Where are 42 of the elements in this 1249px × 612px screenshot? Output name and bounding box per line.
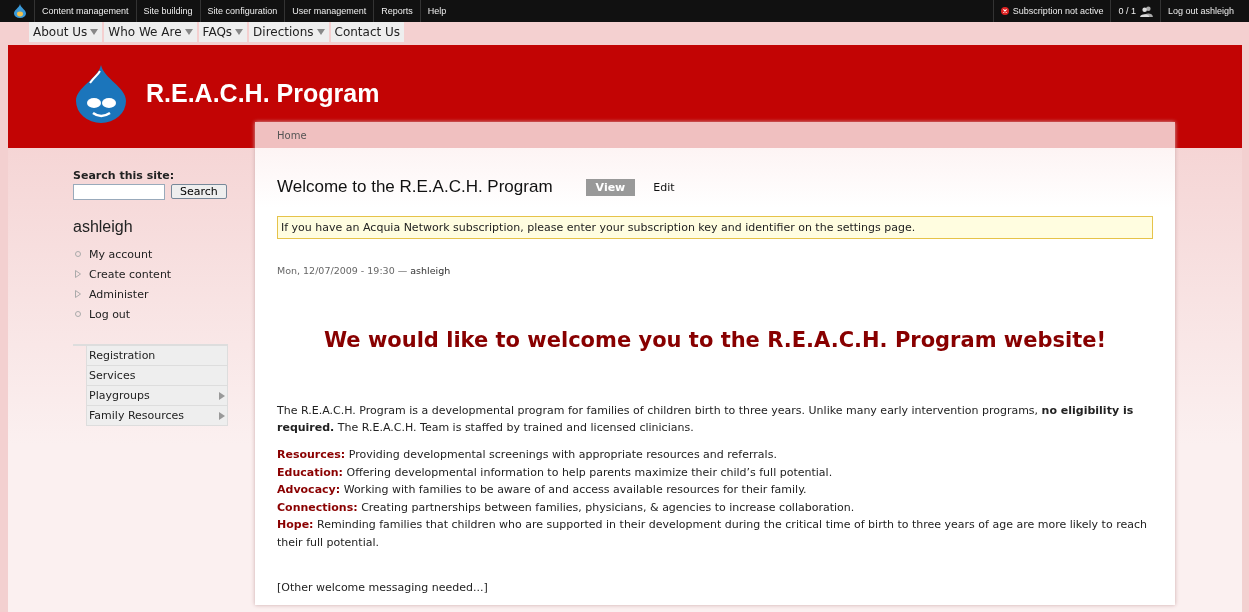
bullet-icon	[75, 311, 81, 317]
notice-message: If you have an Acquia Network subscription, please enter your subscription key and identifier on the settings page.	[277, 216, 1153, 239]
nav-menu-item[interactable]: FAQs	[198, 22, 250, 42]
error-icon	[1000, 7, 1009, 15]
nav-menu-item[interactable]: Who We Are	[104, 22, 199, 42]
block-title: ashleigh	[73, 218, 134, 236]
tab[interactable]: Edit	[641, 178, 687, 196]
users-online-count: 0 / 1	[1118, 5, 1136, 18]
users-icon	[1139, 5, 1153, 17]
subscription-status[interactable]: Subscription not active	[1012, 0, 1104, 22]
nav-menu-item[interactable]: About Us	[29, 22, 105, 42]
user-menu-link[interactable]: My account	[89, 247, 153, 261]
post-date: Mon, 12/07/2009 - 19:30 —	[277, 265, 408, 276]
user-menu-link[interactable]: Log out	[89, 307, 131, 321]
placeholder-note: [Other welcome messaging needed...]	[277, 581, 489, 594]
sidebar-menu-item[interactable]: Family Resources	[86, 406, 228, 426]
user-menu-link[interactable]: Create content	[89, 267, 172, 281]
sidebar-menu-item[interactable]: Services	[86, 366, 228, 386]
author-link[interactable]: ashleigh	[410, 265, 451, 276]
user-menu-link[interactable]: Administer	[89, 287, 149, 301]
page-title: Welcome to the R.E.A.C.H. Program	[277, 177, 553, 197]
feature-line: Education: Offering developmental information to help parents maximize their child’s full potential.	[277, 464, 834, 481]
site-name[interactable]: R.E.A.C.H. Program	[146, 79, 380, 108]
bullet-icon	[75, 251, 81, 257]
headline: We would like to welcome you to the R.E.A.C.H. Program website!	[322, 328, 1108, 352]
feature-line: Resources: Providing developmental screenings with appropriate resources and referrals.	[277, 447, 778, 463]
triangle-icon	[75, 270, 81, 278]
search-field[interactable]	[73, 184, 165, 200]
feature-line: Hope: Reminding families that children who are supported in their development during the critical time of birth to three years of age are more likely to reach their full potential.	[277, 517, 1148, 551]
intro-paragraph: The R.E.A.C.H. Program is a developmental program for families of children birth to three years. Unlike many early intervention programs, no eligibility is required. The R.E.A.C.H. Team is staffed by trained and licensed clinicians.	[277, 403, 1135, 436]
sidebar-menu-item[interactable]: Registration	[86, 346, 228, 366]
triangle-icon	[75, 290, 81, 298]
drop-logo-icon[interactable]	[14, 4, 26, 18]
sidebar-menu-item[interactable]: Playgroups	[86, 386, 228, 406]
nav-menu-item[interactable]: Contact Us	[330, 22, 407, 42]
feature-line: Advocacy: Working with families to be aware of and access available resources for their family.	[277, 482, 808, 498]
nav-menu-item[interactable]: Directions	[249, 22, 331, 42]
search-button[interactable]: Search	[171, 184, 227, 199]
drop-logo-icon[interactable]	[76, 64, 126, 123]
search-label: Search this site:	[73, 169, 176, 182]
feature-line: Connections: Creating partnerships between families, physicians, & agencies to increase collaboration.	[277, 499, 856, 516]
breadcrumb-link[interactable]: Home	[277, 129, 307, 141]
